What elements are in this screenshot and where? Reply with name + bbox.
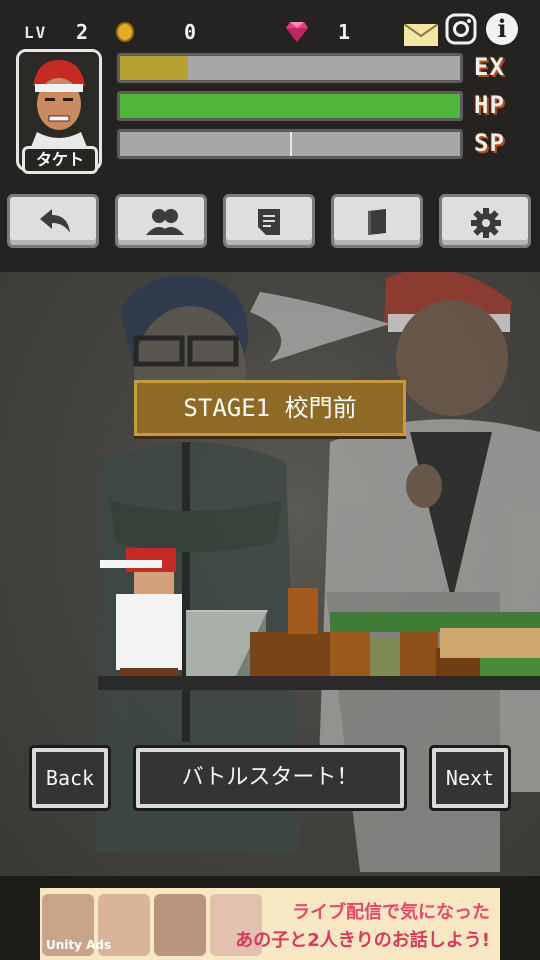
level-value: 2: [76, 20, 89, 44]
instagram-icon[interactable]: [445, 13, 477, 45]
back-button[interactable]: Back: [32, 748, 108, 808]
users-icon: [146, 209, 184, 235]
coin-icon: [116, 22, 134, 42]
mail-icon[interactable]: [404, 24, 438, 46]
stage-title-banner: STAGE1 校門前: [134, 380, 406, 436]
ad-thumbnail: [154, 894, 206, 956]
records-button[interactable]: [223, 194, 315, 248]
gem-icon: [286, 22, 308, 42]
hp-bar: [117, 91, 463, 121]
back-menu-button[interactable]: [7, 194, 99, 248]
gear-icon: [471, 208, 501, 238]
guide-book-button[interactable]: [331, 194, 423, 248]
character-name: タケト: [22, 146, 98, 174]
sp-label: SP: [474, 129, 505, 157]
ad-headline-1: ライブ配信で気になった: [292, 902, 490, 923]
ad-headline-2: あの子と2人きりのお話しよう!: [235, 930, 490, 951]
hp-bar-fill: [120, 94, 460, 118]
level-label: LV: [24, 23, 48, 42]
hp-label: HP: [474, 91, 505, 119]
book-icon: [368, 209, 386, 235]
back-arrow-icon: [40, 209, 70, 233]
sp-threshold-marker: [290, 132, 292, 156]
next-button[interactable]: Next: [432, 748, 508, 808]
team-button[interactable]: [115, 194, 207, 248]
document-icon: [258, 209, 280, 235]
ex-bar-fill: [120, 56, 188, 80]
character-avatar: [19, 52, 99, 152]
ad-provider-label: Unity Ads: [46, 938, 112, 952]
ex-bar: [117, 53, 463, 83]
gem-count: 1: [338, 20, 351, 44]
info-icon[interactable]: i: [486, 13, 518, 45]
coin-count: 0: [184, 20, 197, 44]
ad-banner[interactable]: ライブ配信で気になった あの子と2人きりのお話しよう! Unity Ads: [40, 888, 500, 960]
ex-label: EX: [474, 53, 505, 81]
sp-bar: [117, 129, 463, 159]
settings-button[interactable]: [439, 194, 531, 248]
battle-start-button[interactable]: バトルスタート！: [136, 748, 404, 808]
status-hud: LV 2 0 1 i タケト EX HP SP: [0, 0, 540, 272]
